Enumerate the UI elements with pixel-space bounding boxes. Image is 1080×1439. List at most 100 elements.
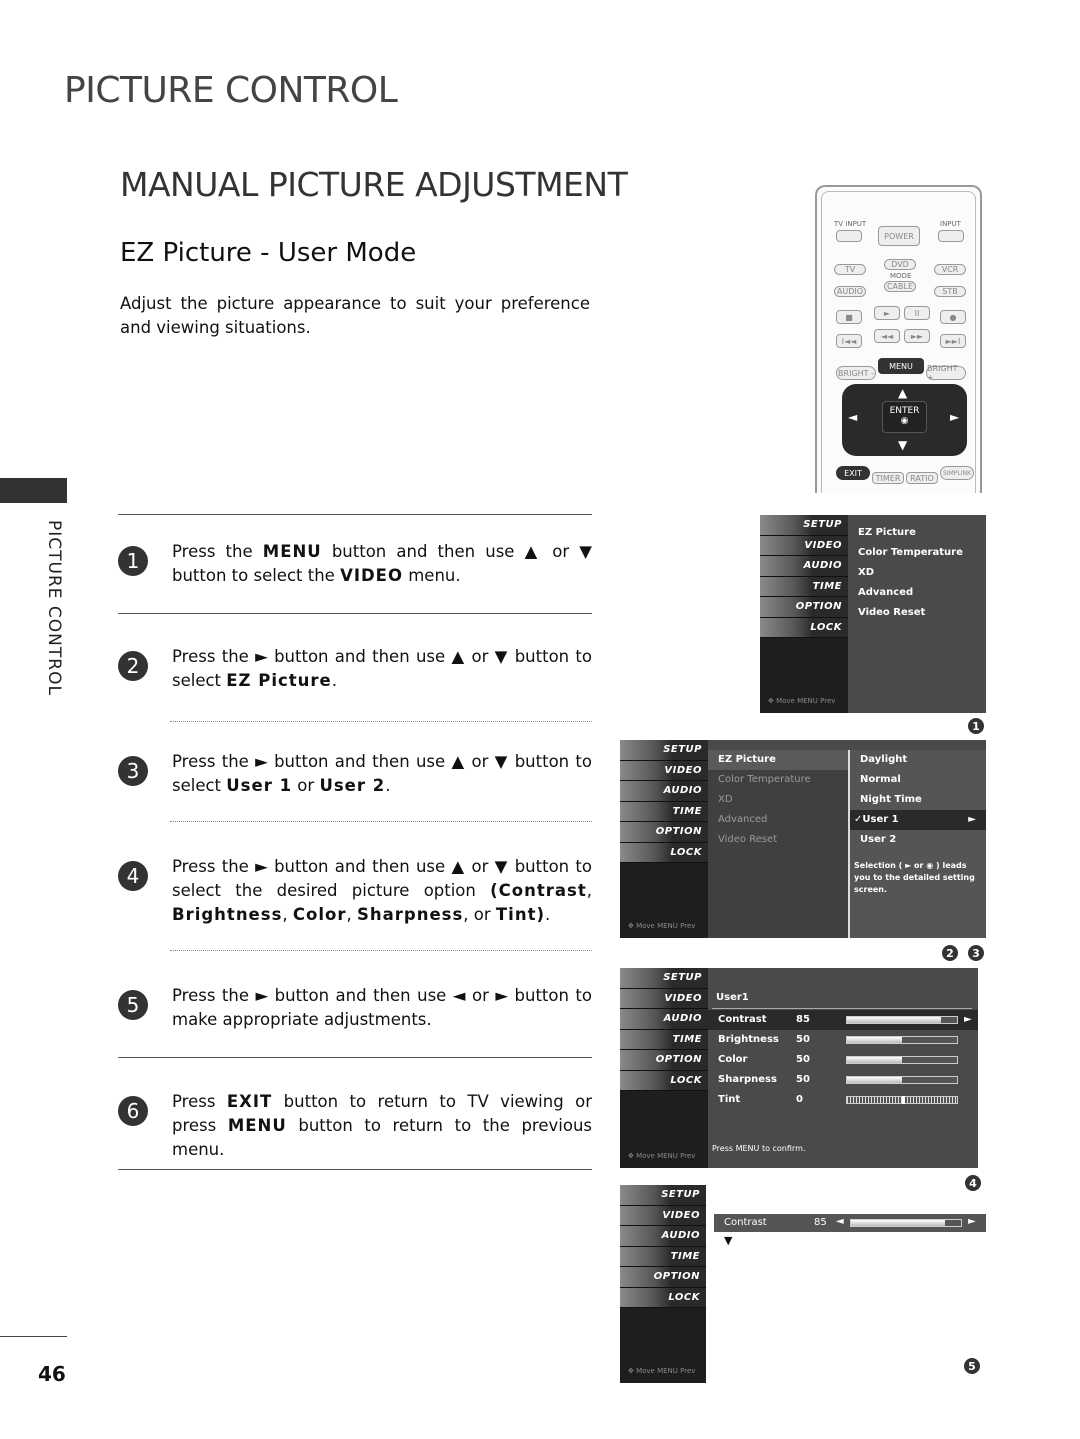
- play-button[interactable]: ►: [874, 306, 900, 320]
- osd-tab-audio[interactable]: AUDIO: [620, 1226, 706, 1247]
- tv-input-button[interactable]: [836, 230, 862, 242]
- mode-dvd-button[interactable]: DVD: [884, 259, 916, 270]
- rewind-button[interactable]: ◄◄: [874, 329, 900, 343]
- power-button[interactable]: POWER: [878, 226, 920, 246]
- osd-menu-item[interactable]: Color Temperature: [708, 770, 848, 790]
- osd-tab-video[interactable]: VIDEO: [620, 760, 708, 781]
- step-badge: 5: [964, 1358, 980, 1374]
- osd-menu-item[interactable]: Video Reset: [848, 603, 986, 623]
- osd-tab-option[interactable]: OPTION: [760, 597, 848, 618]
- osd-menu-item[interactable]: Video Reset: [708, 830, 848, 850]
- ez-picture-option[interactable]: ✓User 1 ►: [850, 810, 986, 830]
- setting-slider[interactable]: [846, 1096, 958, 1104]
- setting-row-contrast[interactable]: Contrast 85 ►: [708, 1010, 978, 1030]
- right-arrow-icon[interactable]: ►: [964, 1014, 972, 1025]
- osd-menu-item[interactable]: EZ Picture: [708, 750, 848, 770]
- setting-slider[interactable]: [846, 1036, 958, 1044]
- osd-tab-audio[interactable]: AUDIO: [760, 556, 848, 577]
- mode-cable-button[interactable]: CABLE: [884, 281, 916, 292]
- bright-minus-button[interactable]: BRIGHT -: [836, 366, 876, 380]
- osd-menu-item[interactable]: Advanced: [848, 583, 986, 603]
- setting-slider[interactable]: [846, 1016, 958, 1024]
- mode-tv-button[interactable]: TV: [834, 264, 866, 275]
- osd-tab-time[interactable]: TIME: [620, 1246, 706, 1267]
- osd-tab-setup[interactable]: SETUP: [620, 968, 708, 989]
- setting-row-tint[interactable]: Tint 0: [708, 1090, 978, 1110]
- osd-tab-lock[interactable]: LOCK: [760, 617, 848, 638]
- setting-value: 0: [796, 1094, 803, 1105]
- input-button[interactable]: [938, 230, 964, 242]
- timer-button[interactable]: TIMER: [872, 472, 904, 484]
- input-label: INPUT: [940, 220, 961, 228]
- osd-tab-option[interactable]: OPTION: [620, 1267, 706, 1288]
- setting-row-sharpness[interactable]: Sharpness 50: [708, 1070, 978, 1090]
- mode-stb-button[interactable]: STB: [934, 286, 966, 297]
- osd-tab-video[interactable]: VIDEO: [620, 988, 708, 1009]
- osd-tab-audio[interactable]: AUDIO: [620, 781, 708, 802]
- osd-tab-setup[interactable]: SETUP: [760, 515, 848, 536]
- setting-label: Contrast: [718, 1014, 767, 1025]
- simplink-button[interactable]: SIMPLINK: [940, 466, 974, 480]
- osd-tab-video[interactable]: VIDEO: [760, 535, 848, 556]
- exit-button[interactable]: EXIT: [836, 466, 870, 480]
- osd-tab-time[interactable]: TIME: [760, 576, 848, 597]
- skip-forward-button[interactable]: ►►I: [940, 334, 966, 348]
- down-arrow-icon[interactable]: ▼: [898, 438, 907, 452]
- osd-tab-audio[interactable]: AUDIO: [620, 1009, 708, 1030]
- stop-button[interactable]: ■: [836, 310, 862, 324]
- ez-picture-option[interactable]: Daylight: [850, 750, 986, 770]
- osd-tab-option[interactable]: OPTION: [620, 1050, 708, 1071]
- mode-vcr-button[interactable]: VCR: [934, 264, 966, 275]
- tv-input-label: TV INPUT: [834, 220, 867, 228]
- setting-label: Sharpness: [718, 1074, 777, 1085]
- osd-menu-item[interactable]: EZ Picture: [848, 523, 986, 543]
- navigation-pad[interactable]: ▲ ◄ ► ▼ ENTER ◉: [842, 384, 967, 456]
- setting-value: 50: [796, 1074, 810, 1085]
- osd-menu-item[interactable]: Advanced: [708, 810, 848, 830]
- mode-audio-button[interactable]: AUDIO: [834, 286, 866, 297]
- osd-tab-setup[interactable]: SETUP: [620, 1185, 706, 1206]
- right-arrow-icon[interactable]: ►: [950, 410, 959, 424]
- dotted-divider: [170, 721, 592, 722]
- ratio-button[interactable]: RATIO: [906, 472, 938, 484]
- left-arrow-icon[interactable]: ◄: [836, 1216, 844, 1227]
- left-arrow-icon[interactable]: ◄: [848, 410, 857, 424]
- step-number: 1: [118, 546, 148, 576]
- setting-row-brightness[interactable]: Brightness 50: [708, 1030, 978, 1050]
- enter-button[interactable]: ENTER ◉: [882, 401, 927, 433]
- osd-tab-lock[interactable]: LOCK: [620, 842, 708, 863]
- contrast-adjust-bar[interactable]: Contrast 85 ◄ ►: [714, 1214, 986, 1232]
- up-arrow-icon[interactable]: ▲: [898, 386, 907, 400]
- osd-tab-video[interactable]: VIDEO: [620, 1205, 706, 1226]
- menu-button[interactable]: MENU: [878, 358, 924, 374]
- setting-slider[interactable]: [846, 1076, 958, 1084]
- setting-row-color[interactable]: Color 50: [708, 1050, 978, 1070]
- ez-picture-option[interactable]: Night Time: [850, 790, 986, 810]
- osd-tab-lock[interactable]: LOCK: [620, 1287, 706, 1308]
- record-button[interactable]: ●: [940, 310, 966, 324]
- setting-slider[interactable]: [846, 1056, 958, 1064]
- osd-tab-time[interactable]: TIME: [620, 801, 708, 822]
- osd-tab-setup[interactable]: SETUP: [620, 740, 708, 761]
- osd-ez-picture-menu: SETUP VIDEO AUDIO TIME OPTION LOCK ✥ Move MENU…: [620, 740, 986, 938]
- instruction-step: 2 Press the ► button and then use ▲ or ▼ …: [118, 645, 592, 693]
- osd-tab-time[interactable]: TIME: [620, 1029, 708, 1050]
- side-tab-marker: [0, 478, 67, 503]
- ez-picture-option[interactable]: User 2: [850, 830, 986, 850]
- osd-tab-option[interactable]: OPTION: [620, 822, 708, 843]
- fast-forward-button[interactable]: ►►: [904, 329, 930, 343]
- contrast-adjust-slider[interactable]: [850, 1219, 962, 1227]
- ez-picture-option[interactable]: Normal: [850, 770, 986, 790]
- osd-menu-item[interactable]: XD: [708, 790, 848, 810]
- remote-control-illustration: TV INPUT INPUT POWER TV DVD VCR MODE AUD…: [815, 185, 982, 493]
- osd-nav-hint: ✥ Move MENU Prev: [628, 922, 696, 930]
- osd-menu-item[interactable]: XD: [848, 563, 986, 583]
- bright-plus-button[interactable]: BRIGHT +: [926, 364, 966, 382]
- right-arrow-icon[interactable]: ►: [968, 1216, 976, 1227]
- osd-tab-lock[interactable]: LOCK: [620, 1070, 708, 1091]
- page-subtitle: EZ Picture - User Mode: [120, 238, 417, 268]
- pause-button[interactable]: II: [904, 306, 930, 320]
- osd-menu-item[interactable]: Color Temperature: [848, 543, 986, 563]
- skip-back-button[interactable]: I◄◄: [836, 334, 862, 348]
- step-badge: 1: [968, 718, 984, 734]
